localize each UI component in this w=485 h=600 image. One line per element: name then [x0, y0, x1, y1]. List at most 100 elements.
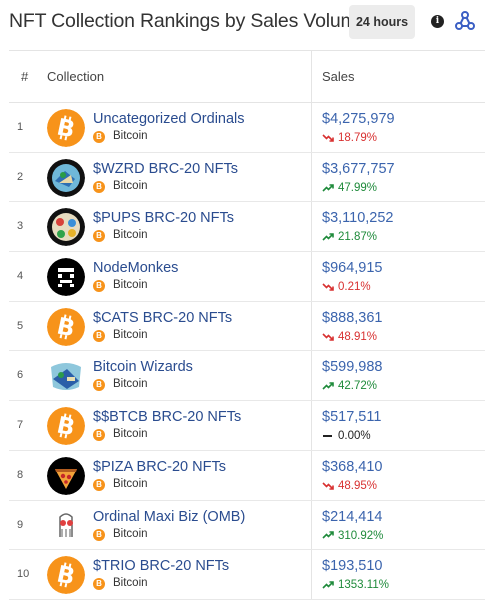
- sales-value: $964,915: [322, 260, 383, 277]
- change-percent: 0.00%: [338, 430, 371, 443]
- column-divider: [311, 51, 312, 102]
- table-row[interactable]: 8 $PIZA BRC-20 NFTs B Bitcoin $368,410 48.95%: [9, 450, 485, 501]
- collection-name-link[interactable]: Ordinal Maxi Biz (OMB): [93, 509, 245, 525]
- sales-value: $193,510: [322, 558, 383, 575]
- change-percent: 0.21%: [338, 281, 371, 294]
- change-percent: 21.87%: [338, 231, 378, 244]
- change-percent: 1353.11%: [338, 579, 389, 592]
- table-row[interactable]: 10 B $TRIO BRC-20 NFTs B Bitcoin $193,510 1353…: [9, 550, 485, 600]
- collection-name-link[interactable]: $CATS BRC-20 NFTs: [93, 310, 232, 326]
- collection-avatar[interactable]: B: [47, 109, 85, 147]
- bitcoin-icon: B: [93, 379, 105, 392]
- page-header: NFT Collection Rankings by Sales Volume …: [0, 0, 485, 46]
- column-divider: [311, 152, 312, 202]
- bitcoin-icon: B: [93, 280, 105, 293]
- column-divider: [311, 252, 312, 301]
- table-row[interactable]: 4 NodeMonkes B Bitcoin $964,915 0.21%: [9, 252, 485, 302]
- column-divider: [311, 301, 312, 351]
- trend-up-icon: [322, 380, 338, 392]
- rankings-table: # Collection Sales 1 B Uncategorized Ordin…: [9, 50, 485, 600]
- rank-number: 6: [17, 369, 24, 382]
- rank-number: 7: [17, 419, 24, 432]
- time-range-button[interactable]: 24 hours: [349, 5, 415, 39]
- collection-name-link[interactable]: Bitcoin Wizards: [93, 359, 193, 375]
- trend-down-icon: [322, 132, 338, 144]
- collection-avatar[interactable]: [47, 506, 85, 545]
- chain-name: Bitcoin: [113, 477, 148, 490]
- collection-name-link[interactable]: $PIZA BRC-20 NFTs: [93, 459, 226, 475]
- sales-value: $599,988: [322, 359, 383, 376]
- sales-change: 42.72%: [322, 380, 377, 394]
- rank-number: 10: [17, 568, 30, 581]
- collection-avatar[interactable]: [47, 208, 85, 247]
- bitcoin-icon: B: [93, 329, 105, 342]
- change-percent: 47.99%: [338, 181, 378, 194]
- collection-avatar[interactable]: B: [47, 407, 85, 446]
- sales-change: 47.99%: [322, 182, 377, 196]
- sales-change: 21.87%: [322, 231, 377, 245]
- bitcoin-icon: B: [93, 478, 105, 491]
- change-percent: 48.91%: [338, 330, 378, 343]
- rank-number: 3: [17, 220, 24, 233]
- page-title: NFT Collection Rankings by Sales Volume: [9, 10, 368, 32]
- collection-name-link[interactable]: NodeMonkes: [93, 260, 178, 276]
- column-divider: [311, 550, 312, 599]
- column-divider: [311, 202, 312, 252]
- collection-name-link[interactable]: $TRIO BRC-20 NFTs: [93, 558, 229, 574]
- table-row[interactable]: 9 Ordinal Maxi Biz (OMB) B Bitcoin $214,414 3…: [9, 500, 485, 551]
- sales-change: 310.92%: [322, 530, 383, 544]
- collection-avatar[interactable]: [47, 357, 85, 396]
- bitcoin-icon: B: [93, 429, 105, 442]
- table-row[interactable]: 7 B $$BTCB BRC-20 NFTs B Bitcoin $517,511 0.00…: [9, 401, 485, 451]
- sales-change: 0.00%: [322, 430, 371, 444]
- sales-change: 0.21%: [322, 281, 371, 295]
- collection-avatar[interactable]: [47, 158, 85, 197]
- trend-up-icon: [322, 530, 338, 542]
- collection-avatar[interactable]: [47, 456, 85, 495]
- collection-avatar[interactable]: B: [47, 307, 85, 346]
- collection-avatar[interactable]: [47, 258, 85, 297]
- chain-name: Bitcoin: [113, 279, 148, 292]
- collection-name-link[interactable]: $$BTCB BRC-20 NFTs: [93, 409, 241, 425]
- bitcoin-icon: B: [93, 180, 105, 193]
- trend-down-icon: [322, 281, 338, 293]
- rank-number: 5: [17, 319, 24, 332]
- network-logo-icon[interactable]: [455, 11, 475, 31]
- table-row[interactable]: 6 Bitcoin Wizards B Bitcoin $599,988 42.72%: [9, 351, 485, 402]
- trend-down-icon: [322, 480, 338, 492]
- column-divider: [311, 500, 312, 550]
- trend-up-icon: [322, 182, 338, 194]
- rank-number: 2: [17, 170, 24, 183]
- sales-change: 48.91%: [322, 331, 377, 345]
- sales-change: 1353.11%: [322, 579, 389, 593]
- column-divider: [311, 450, 312, 500]
- sales-value: $517,511: [322, 409, 382, 426]
- sales-value: $888,361: [322, 309, 383, 326]
- collection-name-link[interactable]: Uncategorized Ordinals: [93, 111, 245, 127]
- collection-avatar[interactable]: B: [47, 556, 85, 595]
- change-percent: 48.95%: [338, 479, 378, 492]
- change-percent: 310.92%: [338, 529, 384, 542]
- table-row[interactable]: 1 B Uncategorized Ordinals B Bitcoin $4,275,9…: [9, 103, 485, 153]
- trend-up-icon: [322, 579, 338, 591]
- collection-name-link[interactable]: $WZRD BRC-20 NFTs: [93, 161, 238, 177]
- trend-up-icon: [322, 231, 338, 243]
- sales-value: $214,414: [322, 508, 383, 525]
- chain-name: Bitcoin: [113, 428, 148, 441]
- collection-name-link[interactable]: $PUPS BRC-20 NFTs: [93, 210, 234, 226]
- sales-value: $3,110,252: [322, 210, 394, 227]
- column-header-sales[interactable]: Sales: [322, 69, 355, 84]
- table-row[interactable]: 2 $WZRD BRC-20 NFTs B Bitcoin $3,677,757 47.9…: [9, 152, 485, 203]
- bitcoin-icon: B: [93, 528, 105, 541]
- sales-change: 48.95%: [322, 480, 377, 494]
- table-row[interactable]: 5 B $CATS BRC-20 NFTs B Bitcoin $888,361 48.91…: [9, 301, 485, 352]
- column-header-collection[interactable]: Collection: [47, 69, 104, 84]
- table-row[interactable]: 3 $PUPS BRC-20 NFTs B Bitcoin $3,110,252 21.8…: [9, 202, 485, 253]
- table-body: 1 B Uncategorized Ordinals B Bitcoin $4,275,9…: [9, 103, 485, 600]
- chain-name: Bitcoin: [113, 577, 148, 590]
- sales-value: $368,410: [322, 458, 383, 475]
- rank-number: 9: [17, 518, 24, 531]
- column-divider: [311, 401, 312, 450]
- rank-number: 4: [17, 270, 24, 283]
- info-icon[interactable]: i: [431, 15, 444, 28]
